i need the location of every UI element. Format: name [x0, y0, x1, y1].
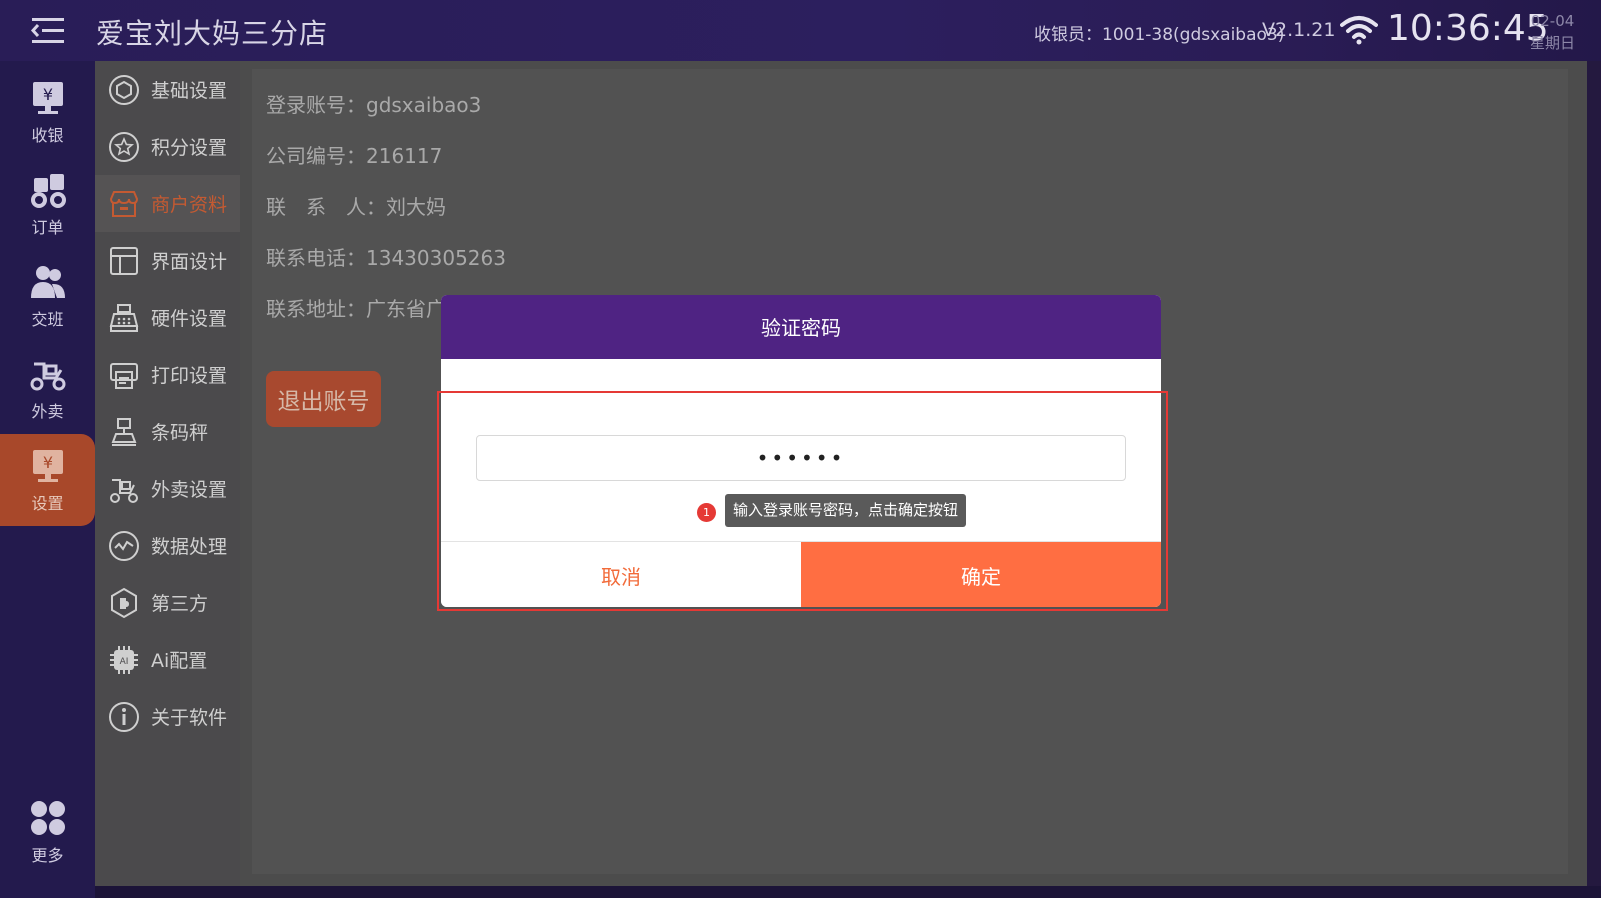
order-icon [30, 174, 66, 208]
rail-item-cashier[interactable]: ¥ 收银 [0, 66, 95, 158]
scooter-icon [110, 478, 138, 503]
rail-label: 外卖 [31, 402, 64, 421]
rail-label: 收银 [31, 126, 64, 145]
verify-password-dialog: 验证密码 1 输入登录账号密码，点击确定按钮 取消 确定 [441, 295, 1161, 607]
settings-item-hardware[interactable]: 硬件设置 [95, 289, 240, 346]
rail-item-orders[interactable]: 订单 [0, 158, 95, 250]
svg-text:AI: AI [120, 657, 129, 667]
clock: 10:36:45 [1387, 8, 1549, 49]
wifi-icon [1340, 16, 1378, 45]
puzzle-icon [111, 587, 137, 618]
scale-icon [111, 417, 137, 446]
star-circle-icon [109, 131, 139, 162]
settings-item-label: 打印设置 [151, 365, 228, 387]
bottom-edge [95, 886, 1601, 898]
menu-icon[interactable] [30, 16, 66, 46]
settings-item-data[interactable]: 数据处理 [95, 517, 240, 574]
rail-label: 设置 [31, 494, 64, 513]
rail-label: 订单 [31, 218, 64, 237]
logout-button[interactable]: 退出账号 [266, 371, 381, 427]
settings-item-label: 第三方 [151, 593, 209, 615]
settings-item-third-party[interactable]: 第三方 [95, 574, 240, 631]
settings-item-points[interactable]: 积分设置 [95, 118, 240, 175]
settings-item-barcode-scale[interactable]: 条码秤 [95, 403, 240, 460]
settings-item-label: Ai配置 [151, 650, 208, 672]
left-nav-rail: ¥ 收银 订单 交班 外卖 ¥ 设置 更多 [0, 61, 95, 898]
settings-item-delivery[interactable]: 外卖设置 [95, 460, 240, 517]
settings-item-label: 硬件设置 [151, 308, 228, 330]
account-line: 登录账号：gdsxaibao3 [266, 93, 482, 117]
hexagon-icon [109, 74, 139, 105]
rail-item-settings[interactable]: ¥ 设置 [0, 434, 95, 526]
svg-text:¥: ¥ [42, 453, 52, 472]
cashier-icon: ¥ [32, 82, 63, 114]
settings-menu: 基础设置 积分设置 商户资料 界面设计 硬件设置 打印设置 条码秤 外卖设置 数… [95, 61, 240, 886]
settings-item-ai[interactable]: AI Ai配置 [95, 631, 240, 688]
rail-item-more[interactable]: 更多 [0, 786, 95, 878]
layout-icon [110, 246, 138, 275]
settings-item-label: 基础设置 [151, 80, 228, 102]
phone-line: 联系电话：13430305263 [266, 246, 506, 270]
app-title: 爱宝刘大妈三分店 [96, 17, 329, 50]
settings-item-about[interactable]: 关于软件 [95, 688, 240, 745]
settings-item-label: 界面设计 [151, 251, 228, 273]
settings-item-basic[interactable]: 基础设置 [95, 61, 240, 118]
cashier-label: 收银员：1001-38(gdsxaibao3) [1034, 25, 1285, 45]
date-display: 02-04 星期日 [1530, 10, 1575, 54]
right-edge [1587, 61, 1601, 898]
top-bar: 爱宝刘大妈三分店 收银员：1001-38(gdsxaibao3) V2.1.21… [0, 0, 1601, 61]
store-icon [109, 190, 139, 217]
settings-item-label: 积分设置 [151, 137, 228, 159]
rail-label: 交班 [31, 310, 64, 329]
delivery-icon [30, 362, 65, 391]
settings-item-label: 商户资料 [151, 194, 228, 216]
date-label: 02-04 [1530, 12, 1575, 30]
svg-text:¥: ¥ [42, 85, 52, 104]
wave-circle-icon [109, 530, 139, 561]
version-label: V2.1.21 [1262, 19, 1336, 41]
dialog-footer: 取消 确定 [441, 541, 1161, 607]
dialog-title: 验证密码 [441, 295, 1161, 359]
shift-icon [30, 266, 65, 298]
settings-icon: ¥ [32, 450, 63, 482]
cancel-button[interactable]: 取消 [441, 542, 801, 607]
rail-item-delivery[interactable]: 外卖 [0, 342, 95, 434]
settings-item-ui-design[interactable]: 界面设计 [95, 232, 240, 289]
confirm-button[interactable]: 确定 [801, 542, 1161, 607]
rail-item-shift[interactable]: 交班 [0, 250, 95, 342]
company-line: 公司编号：216117 [266, 144, 443, 168]
printer-icon [110, 362, 138, 389]
address-line: 联系地址：广东省广 [266, 297, 446, 321]
settings-item-label: 数据处理 [151, 536, 228, 558]
hint-step-badge: 1 [697, 503, 716, 522]
settings-item-print[interactable]: 打印设置 [95, 346, 240, 403]
contact-line: 联 系 人：刘大妈 [266, 195, 446, 219]
password-input[interactable] [476, 435, 1126, 481]
settings-item-merchant[interactable]: 商户资料 [95, 175, 240, 232]
hint-tooltip: 输入登录账号密码，点击确定按钮 [725, 494, 967, 527]
info-icon [109, 701, 139, 732]
settings-item-label: 外卖设置 [151, 479, 228, 501]
rail-label: 更多 [31, 846, 64, 865]
register-icon [109, 303, 139, 332]
weekday-label: 星期日 [1530, 34, 1576, 52]
more-grid-icon [30, 801, 65, 835]
ai-chip-icon: AI [110, 645, 138, 674]
settings-item-label: 关于软件 [151, 707, 228, 729]
settings-item-label: 条码秤 [151, 422, 209, 444]
